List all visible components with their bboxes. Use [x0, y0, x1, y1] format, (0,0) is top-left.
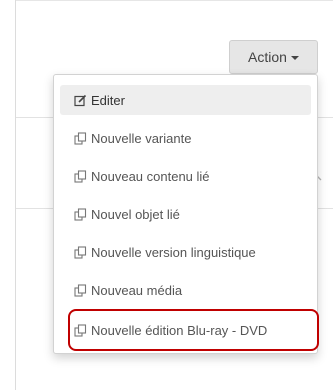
copy-icon [74, 207, 87, 221]
edit-icon [74, 94, 87, 107]
menu-item-nouveau-contenu-lie[interactable]: Nouveau contenu lié [60, 161, 311, 191]
menu-item-label: Nouvelle variante [91, 130, 192, 146]
menu-item-label: Nouveau média [91, 282, 183, 298]
menu-item-label: Editer [91, 92, 125, 108]
menu-item-label: Nouvel objet lié [91, 206, 180, 222]
menu-item-nouvelle-variante[interactable]: Nouvelle variante [60, 123, 311, 153]
menu-item-nouveau-media[interactable]: Nouveau média [60, 275, 311, 305]
highlight-annotation [68, 309, 319, 351]
menu-item-editer[interactable]: Editer [60, 85, 311, 115]
action-button-label: Action [248, 49, 287, 65]
menu-item-nouvelle-version-linguistique[interactable]: Nouvelle version linguistique [60, 237, 311, 267]
copy-icon [74, 131, 87, 145]
action-button[interactable]: Action [229, 40, 318, 74]
copy-icon [74, 169, 87, 183]
copy-icon [74, 245, 87, 259]
copy-icon [74, 283, 87, 297]
menu-item-nouvel-objet-lie[interactable]: Nouvel objet lié [60, 199, 311, 229]
caret-down-icon [290, 56, 299, 60]
menu-item-label: Nouvelle version linguistique [91, 244, 256, 260]
menu-item-label: Nouveau contenu lié [91, 168, 210, 184]
